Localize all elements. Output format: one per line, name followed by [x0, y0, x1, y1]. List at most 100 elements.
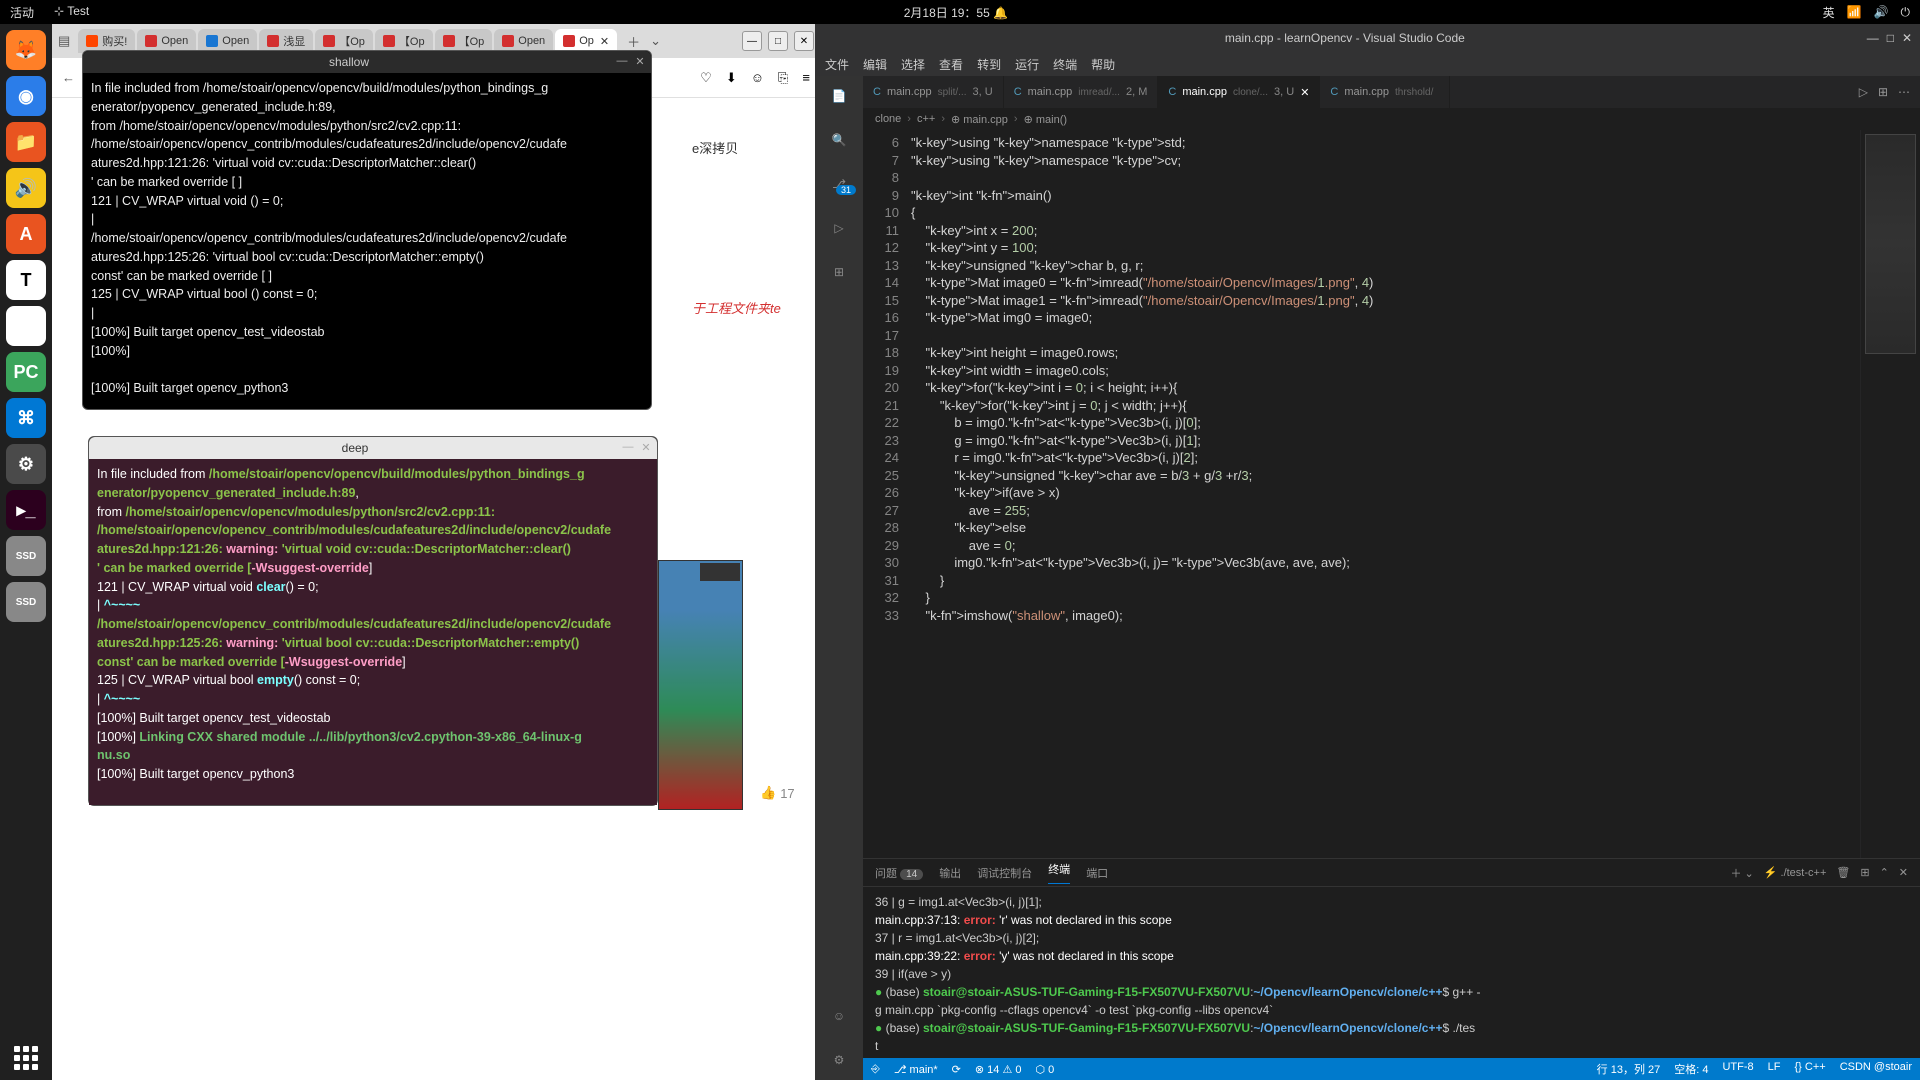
- maximize-panel-icon[interactable]: ⌃: [1880, 866, 1889, 879]
- vscode-menubar: 文件编辑选择查看转到运行终端帮助: [815, 52, 1920, 76]
- like-counter[interactable]: 👍 17: [760, 785, 810, 801]
- ssd-icon-2[interactable]: SSD: [6, 582, 46, 622]
- close-icon[interactable]: ✕: [633, 55, 647, 69]
- app-name[interactable]: ⊹ Test: [54, 4, 89, 21]
- add-terminal-icon[interactable]: ＋ ⌄: [1730, 865, 1753, 881]
- lang-mode[interactable]: {} C++: [1795, 1061, 1826, 1077]
- debug-icon[interactable]: ▷: [827, 216, 851, 240]
- terminal-tab[interactable]: 终端: [1048, 861, 1070, 884]
- remote-icon[interactable]: ⎆: [871, 1063, 880, 1076]
- system-topbar: 活动 ⊹ Test 2月18日 19：55 🔔 英 📶 🔊 ⏻: [0, 0, 1920, 24]
- cursor-position[interactable]: 行 13，列 27: [1597, 1061, 1661, 1077]
- vscode-window: main.cpp - learnOpencv - Visual Studio C…: [815, 24, 1920, 1080]
- menu-item[interactable]: 选择: [901, 56, 925, 73]
- terminal-body[interactable]: In file included from /home/stoair/openc…: [89, 459, 657, 805]
- editor-tab[interactable]: Cmain.cpp clone/... 3, U ✕: [1158, 76, 1320, 108]
- split-panel-icon[interactable]: ⊞: [1860, 866, 1869, 879]
- csdn-label[interactable]: CSDN @stoair: [1840, 1061, 1912, 1077]
- problems-status[interactable]: ⊗ 14 ⚠ 0: [975, 1063, 1022, 1076]
- extension-icon[interactable]: ⎘: [778, 70, 788, 86]
- vscode-titlebar: main.cpp - learnOpencv - Visual Studio C…: [815, 24, 1920, 52]
- indent[interactable]: 空格: 4: [1674, 1061, 1708, 1077]
- terminal-body[interactable]: In file included from /home/stoair/openc…: [83, 73, 651, 409]
- editor-tab[interactable]: Cmain.cpp imread/... 2, M: [1004, 76, 1159, 108]
- menu-item[interactable]: 编辑: [863, 56, 887, 73]
- problems-tab[interactable]: 问题 14: [875, 865, 923, 881]
- dock: 🦊 ◉ 📁 🔊 A T ∞ PC ⌘ ⚙ ▸_ SSD SSD: [0, 24, 52, 1080]
- editor-tab[interactable]: Cmain.cpp split/... 3, U: [863, 76, 1004, 108]
- volume-icon[interactable]: 🔊: [1874, 5, 1889, 19]
- breadcrumb[interactable]: clone › c++ › ⊕ main.cpp › ⊕ main(): [863, 108, 1920, 130]
- reader-icon[interactable]: ♡: [700, 70, 712, 86]
- power-icon[interactable]: ⏻: [1901, 5, 1911, 20]
- sync-icon[interactable]: ⟳: [952, 1063, 961, 1076]
- menu-item[interactable]: 转到: [977, 56, 1001, 73]
- editor[interactable]: 6789101112131415161718192021222324252627…: [863, 130, 1920, 858]
- task-label[interactable]: ⚡ ./test-c++: [1764, 866, 1827, 879]
- ubuntu-software-icon[interactable]: A: [6, 214, 46, 254]
- ports-tab[interactable]: 端口: [1086, 865, 1108, 881]
- close-icon[interactable]: ✕: [639, 441, 653, 455]
- terminal-output[interactable]: 36 | g = img1.at<Vec3b>(i, j)[1]; main.c…: [863, 887, 1920, 1058]
- files-icon[interactable]: 📁: [6, 122, 46, 162]
- minimap[interactable]: [1860, 130, 1920, 858]
- back-icon[interactable]: ←: [62, 70, 75, 85]
- new-tab-button[interactable]: ＋: [627, 32, 640, 51]
- close-panel-icon[interactable]: ✕: [1899, 866, 1908, 879]
- account-icon[interactable]: ☺: [751, 70, 764, 85]
- terminal-title: shallow: [87, 55, 611, 69]
- panel-toggle-icon[interactable]: ▤: [58, 33, 70, 49]
- output-tab[interactable]: 输出: [939, 865, 961, 881]
- search-icon[interactable]: 🔍: [827, 128, 851, 152]
- vscode-icon[interactable]: ⌘: [6, 398, 46, 438]
- ws-status[interactable]: ⬡ 0: [1036, 1063, 1055, 1076]
- download-icon[interactable]: ⬇: [726, 70, 737, 86]
- menu-icon[interactable]: ≡: [802, 70, 810, 85]
- edge-icon[interactable]: ◉: [6, 76, 46, 116]
- content-text: e深拷贝: [692, 138, 738, 157]
- firefox-icon[interactable]: 🦊: [6, 30, 46, 70]
- split-icon[interactable]: ⊞: [1878, 85, 1888, 99]
- tab-dropdown-icon[interactable]: ⌄: [650, 33, 661, 49]
- scm-icon[interactable]: ⎇31: [827, 172, 851, 196]
- pycharm-icon[interactable]: PC: [6, 352, 46, 392]
- extensions-icon[interactable]: ⊞: [827, 260, 851, 284]
- close-button[interactable]: ✕: [794, 31, 814, 51]
- settings-icon[interactable]: ⚙: [6, 444, 46, 484]
- minimize-button[interactable]: —: [742, 31, 762, 51]
- branch[interactable]: ⎇ main*: [894, 1063, 938, 1076]
- encoding[interactable]: UTF-8: [1722, 1061, 1753, 1077]
- debug-tab[interactable]: 调试控制台: [977, 865, 1032, 881]
- minimize-icon[interactable]: —: [621, 441, 635, 455]
- wifi-icon[interactable]: 📶: [1847, 5, 1862, 19]
- ssd-icon-1[interactable]: SSD: [6, 536, 46, 576]
- baidu-icon[interactable]: ∞: [6, 306, 46, 346]
- editor-tab[interactable]: Cmain.cpp thrshold/: [1320, 76, 1450, 108]
- menu-item[interactable]: 查看: [939, 56, 963, 73]
- account-icon[interactable]: ☺: [827, 1004, 851, 1028]
- minimize-icon[interactable]: —: [615, 55, 629, 69]
- menu-item[interactable]: 文件: [825, 56, 849, 73]
- text-icon[interactable]: T: [6, 260, 46, 300]
- trash-icon[interactable]: 🗑: [1836, 866, 1850, 879]
- close-button[interactable]: ✕: [1902, 31, 1912, 45]
- minimize-button[interactable]: —: [1867, 31, 1879, 45]
- menu-item[interactable]: 运行: [1015, 56, 1039, 73]
- thumbs-up-icon: 👍: [760, 785, 776, 801]
- explorer-icon[interactable]: 📄: [827, 84, 851, 108]
- activities-label[interactable]: 活动: [10, 4, 34, 21]
- panel-tabs: 问题 14 输出 调试控制台 终端 端口 ＋ ⌄ ⚡ ./test-c++ 🗑 …: [863, 859, 1920, 887]
- datetime[interactable]: 2月18日 19：55 🔔: [89, 4, 1822, 21]
- maximize-button[interactable]: □: [768, 31, 788, 51]
- apps-grid-icon[interactable]: [10, 1042, 42, 1074]
- settings-icon[interactable]: ⚙: [827, 1048, 851, 1072]
- lang-indicator[interactable]: 英: [1823, 4, 1835, 21]
- rhythmbox-icon[interactable]: 🔊: [6, 168, 46, 208]
- run-icon[interactable]: ▷: [1859, 85, 1868, 99]
- eol[interactable]: LF: [1768, 1061, 1781, 1077]
- menu-item[interactable]: 帮助: [1091, 56, 1115, 73]
- menu-item[interactable]: 终端: [1053, 56, 1077, 73]
- more-icon[interactable]: ⋯: [1898, 85, 1910, 99]
- terminal-icon[interactable]: ▸_: [6, 490, 46, 530]
- maximize-button[interactable]: □: [1887, 31, 1894, 45]
